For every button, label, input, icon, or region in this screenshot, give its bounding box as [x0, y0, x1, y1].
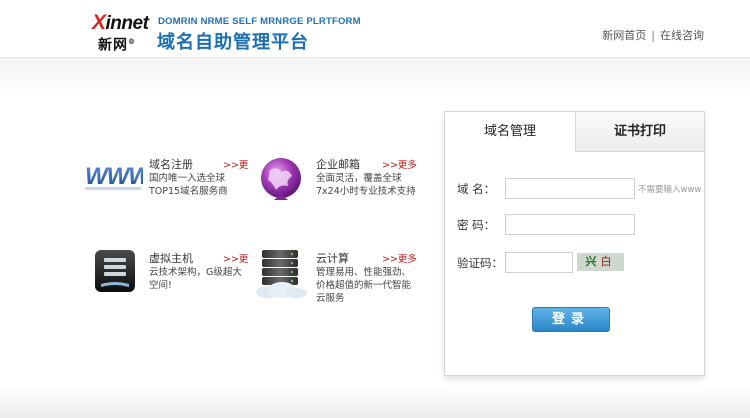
service-title[interactable]: 域名注册 — [149, 156, 193, 172]
service-title[interactable]: 云计算 — [316, 250, 349, 266]
login-button[interactable]: 登录 — [532, 307, 610, 332]
domain-row: 域 名： 不需要输入www — [445, 178, 704, 200]
domain-label: 域 名： — [457, 182, 496, 196]
svg-text:WWW: WWW — [85, 163, 143, 190]
password-input[interactable] — [505, 214, 635, 235]
domain-hint: 不需要输入www — [638, 185, 702, 195]
login-tabs: 域名管理 证书打印 — [445, 112, 704, 152]
link-home[interactable]: 新网首页 — [602, 29, 646, 42]
slogan-english: DOMRIN NRME SELF MRNRGE PLRTFORM — [158, 16, 361, 27]
link-separator: | — [651, 29, 655, 42]
more-link[interactable]: >>更多 — [382, 157, 417, 171]
header-shadow-band — [0, 58, 750, 98]
service-virtual-host: 虚拟主机 >>更 云技术架构，G级超大空间! — [85, 250, 248, 310]
mail-globe-icon[interactable] — [252, 156, 308, 206]
service-desc: 全面灵活，覆盖全球7x24小时专业技术支持 — [316, 173, 416, 197]
tab-domain-management[interactable]: 域名管理 — [445, 112, 575, 152]
service-cloud-computing: 云计算 >>更多 管理易用、性能强劲、价格超值的新一代智能云服务 — [252, 250, 417, 310]
captcha-input[interactable] — [505, 252, 573, 273]
login-panel: 域名管理 证书打印 域 名： 不需要输入www 密 码： 验证码： 兴白 登录 — [444, 111, 705, 376]
service-domain-registration: WWW 域名注册 >>更 国内唯一入选全球TOP15域名服务商 — [85, 156, 248, 216]
service-desc: 云技术架构，G级超大空间! — [149, 267, 242, 291]
service-title[interactable]: 虚拟主机 — [149, 250, 193, 266]
www-icon[interactable]: WWW — [85, 156, 154, 206]
captcha-row: 验证码： 兴白 — [445, 252, 704, 274]
xinnet-logo[interactable]: Xinnet 新网® — [92, 11, 150, 54]
domain-input[interactable] — [505, 178, 635, 199]
cloud-server-icon[interactable] — [252, 250, 308, 300]
password-label: 密 码： — [457, 218, 496, 232]
password-row: 密 码： — [445, 214, 704, 236]
header: Xinnet 新网® DOMRIN NRME SELF MRNRGE PLRTF… — [0, 0, 750, 58]
service-desc: 管理易用、性能强劲、价格超值的新一代智能云服务 — [316, 267, 412, 304]
page-title: 域名自助管理平台 — [157, 32, 309, 53]
logo-cn-text: 新网® — [98, 37, 136, 54]
service-title[interactable]: 企业邮箱 — [316, 156, 360, 172]
captcha-label: 验证码： — [457, 256, 503, 270]
more-link[interactable]: >>更 — [223, 157, 248, 171]
footer-band — [0, 385, 750, 418]
link-online-consult[interactable]: 在线咨询 — [660, 29, 704, 42]
service-enterprise-mail: 企业邮箱 >>更多 全面灵活，覆盖全球7x24小时专业技术支持 — [252, 156, 417, 216]
service-desc: 国内唯一入选全球TOP15域名服务商 — [149, 173, 228, 197]
captcha-image[interactable]: 兴白 — [577, 253, 624, 271]
server-host-icon[interactable] — [85, 250, 141, 300]
more-link[interactable]: >>更 — [223, 251, 248, 265]
tab-certificate-print[interactable]: 证书打印 — [575, 112, 704, 152]
logo-brand-text: Xinnet — [92, 11, 149, 34]
more-link[interactable]: >>更多 — [382, 251, 417, 265]
top-nav: 新网首页 | 在线咨询 — [602, 27, 704, 43]
